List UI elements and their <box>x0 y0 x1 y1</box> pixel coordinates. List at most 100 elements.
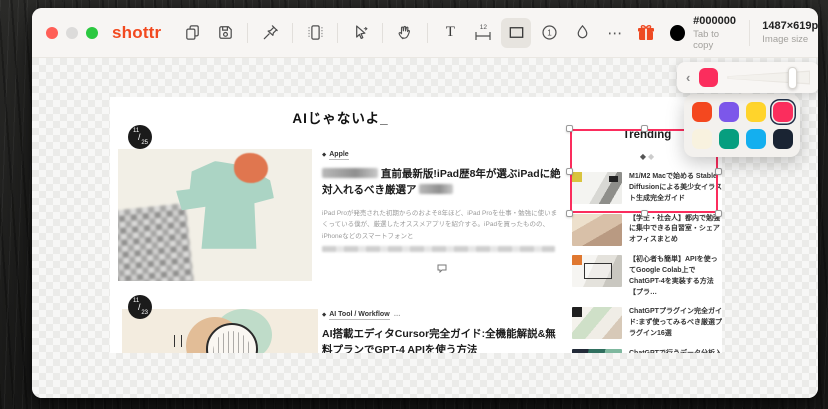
resize-handle-bottom-left[interactable] <box>566 210 573 217</box>
resize-handle-bottom-right[interactable] <box>715 210 722 217</box>
image-size-block: 1487×619pt Image size <box>762 20 818 45</box>
trending-item: 【初心者も簡単】APIを使ってGoogle Colab上でChatGPT-4を実… <box>572 255 722 298</box>
svg-text:1: 1 <box>547 28 552 37</box>
article-thumbnail <box>118 149 312 281</box>
rectangle-icon <box>507 23 526 42</box>
editor-canvas[interactable]: AIじゃないよ_ 11 / 25 ◆Apple 直前最新版!iPad歴8年が選ぶ… <box>32 58 818 398</box>
blog-title: AIじゃないよ_ <box>118 107 563 127</box>
more-tools-button[interactable]: ⋯ <box>600 18 630 48</box>
zoom-button[interactable] <box>86 27 98 39</box>
toolbar-separator <box>247 23 248 43</box>
pin-button[interactable] <box>255 18 285 48</box>
color-palette-popover <box>684 94 800 157</box>
trending-item: 【学生・社会人】都内で勉強に集中できる自習室・シェアオフィスまとめ <box>572 214 722 247</box>
resize-handle-top-left[interactable] <box>566 125 573 132</box>
orange-blob <box>234 153 268 183</box>
resize-handle-middle-right[interactable] <box>715 168 722 175</box>
date-badge: 11 / 25 <box>128 125 152 149</box>
text-tool-icon: T <box>446 24 455 41</box>
trending-item: ChatGPTで行うデータ分析入門ガイド!グラフの日本語 <box>572 349 722 353</box>
date-badge: 11 / 23 <box>128 295 152 319</box>
current-color-swatch[interactable] <box>699 68 718 87</box>
trending-thumbnail <box>572 214 622 246</box>
shottr-window: shottr <box>32 8 818 398</box>
toolbar-separator <box>337 23 338 43</box>
more-icon: ⋯ <box>607 24 623 42</box>
copy-button[interactable] <box>177 18 207 48</box>
status-info: #000000 Tab to copy 1487×619pt Image siz… <box>670 15 818 51</box>
droplet-icon <box>573 23 592 42</box>
trending-thumbnail <box>572 307 622 339</box>
counter-icon: 1 <box>540 23 559 42</box>
trending-thumbnail <box>572 255 622 287</box>
pin-icon <box>261 23 280 42</box>
article-body: iPad Proが発売された初期からのおよそ8年ほど、iPad Proを仕事・勉… <box>322 208 562 243</box>
trending-item: ChatGPTプラグイン完全ガイド:まず使ってみるべき厳選プラグイン16選 <box>572 307 722 340</box>
article-category: ◆AI Tool / Workflow… <box>322 311 562 318</box>
style-bar: ‹ <box>677 62 818 93</box>
article-title: AI搭載エディタCursor完全ガイド:全機能解説&無料プランでGPT-4 AP… <box>322 326 562 353</box>
comment-icon <box>436 260 448 278</box>
article-category: ◆Apple <box>322 151 562 158</box>
pointer-icon <box>351 23 370 42</box>
save-button[interactable] <box>210 18 240 48</box>
color-swatch-pink-selected[interactable] <box>773 102 793 122</box>
resize-handle-top-middle[interactable] <box>641 125 648 132</box>
color-swatch-orange[interactable] <box>692 102 712 122</box>
color-swatch-yellow[interactable] <box>746 102 766 122</box>
color-swatch-purple[interactable] <box>719 102 739 122</box>
color-swatch-cyan[interactable] <box>746 129 766 149</box>
minimize-button[interactable] <box>66 27 78 39</box>
color-chip-block[interactable]: #000000 Tab to copy <box>670 15 737 51</box>
color-swatch-navy[interactable] <box>773 129 793 149</box>
toolbar-separator <box>382 23 383 43</box>
collapse-chevron-icon[interactable]: ‹ <box>686 71 690 84</box>
color-swatch-teal[interactable] <box>719 129 739 149</box>
close-button[interactable] <box>46 27 58 39</box>
gift-button[interactable] <box>636 18 656 48</box>
trending-thumbnail <box>572 349 622 353</box>
thickness-knob[interactable] <box>788 67 797 89</box>
article-text: ◆AI Tool / Workflow… AI搭載エディタCursor完全ガイド… <box>322 311 562 353</box>
toolbar-separator <box>292 23 293 43</box>
tool-group: T 12 1 <box>177 18 630 48</box>
blurred-text <box>419 184 453 194</box>
rectangle-tool-button[interactable] <box>501 18 531 48</box>
diamond-bullet: ◆ <box>322 312 326 318</box>
toolbar: shottr <box>32 8 818 58</box>
blur-tool-button[interactable] <box>567 18 597 48</box>
category-more: … <box>394 311 401 318</box>
thickness-slider[interactable] <box>727 67 810 89</box>
blurred-line <box>322 246 555 252</box>
resize-handle-middle-left[interactable] <box>566 168 573 175</box>
hand-icon <box>396 23 415 42</box>
window-controls <box>46 27 98 39</box>
counter-tool-button[interactable]: 1 <box>534 18 564 48</box>
thickness-track <box>727 70 810 86</box>
ruler-icon: 12 <box>474 25 492 41</box>
pixelated-region <box>118 203 194 281</box>
picked-color-chip[interactable] <box>670 25 685 41</box>
diamond-bullet: ◆ <box>322 152 326 158</box>
picked-color-hint: Tab to copy <box>693 29 737 51</box>
scrolling-capture-icon <box>306 23 325 42</box>
hatch-marks <box>174 335 182 347</box>
article-thumbnail <box>122 309 318 353</box>
info-divider <box>749 20 750 46</box>
desktop: { "app": { "name": "shottr" }, "toolbar"… <box>0 0 828 409</box>
article-text: ◆Apple 直前最新版!iPad歴8年が選ぶiPadに絶対入れるべき厳選ア i… <box>322 151 562 278</box>
pointer-tool-button[interactable] <box>345 18 375 48</box>
resize-handle-bottom-middle[interactable] <box>641 210 648 217</box>
blurred-text <box>322 168 378 178</box>
article-title: 直前最新版!iPad歴8年が選ぶiPadに絶対入れるべき厳選ア <box>322 166 562 199</box>
measure-tool-button[interactable]: 12 <box>468 18 498 48</box>
save-icon <box>216 23 235 42</box>
color-swatch-cream[interactable] <box>692 129 712 149</box>
hand-tool-button[interactable] <box>390 18 420 48</box>
text-tool-button[interactable]: T <box>435 18 465 48</box>
app-logo: shottr <box>112 23 161 43</box>
gift-icon <box>636 23 656 43</box>
picked-color-hex: #000000 <box>693 15 737 27</box>
image-size-value: 1487×619pt <box>762 20 818 32</box>
scrolling-capture-button[interactable] <box>300 18 330 48</box>
